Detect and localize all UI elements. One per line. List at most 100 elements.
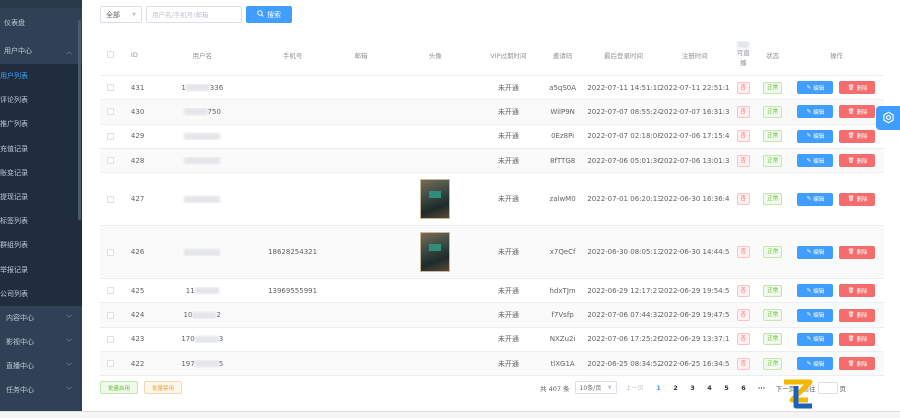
delete-button-label: 删除	[856, 337, 868, 344]
delete-button[interactable]: 🗑 删除	[839, 332, 876, 346]
edit-button[interactable]: ✎ 编辑	[797, 332, 834, 346]
search-icon	[257, 10, 264, 19]
sidebar-item-balance-log[interactable]: 账变记录	[0, 161, 82, 185]
cell-last-login: 2022-07-06 07:44:32	[587, 311, 660, 320]
page-size-select[interactable]: 10条/页 ▼	[574, 381, 617, 394]
sidebar-item-reports[interactable]: 举报记录	[0, 258, 82, 282]
cell-invite-code: 0Ez8Pi	[551, 132, 575, 141]
bulk-disable-button[interactable]: 批量禁用	[144, 381, 183, 394]
filter-select[interactable]: 全部 ▼	[100, 6, 142, 23]
row-checkbox[interactable]	[100, 311, 121, 319]
avatar[interactable]	[420, 232, 451, 273]
status-badge: 正常	[763, 105, 783, 118]
trash-icon: 🗑	[847, 84, 855, 91]
delete-button[interactable]: 🗑 删除	[839, 105, 876, 119]
sidebar-item-live-center[interactable]: 直播中心 ﹀	[0, 354, 82, 378]
sidebar-item-companies[interactable]: 公司列表	[0, 282, 82, 306]
page-4[interactable]: 4	[704, 384, 716, 392]
page-5[interactable]: 5	[721, 384, 733, 392]
sidebar-item-recharges[interactable]: 充值记录	[0, 137, 82, 161]
username-prefix: 11	[185, 286, 195, 295]
chevron-down-icon: ﹀	[65, 315, 72, 323]
cell-id: 425	[130, 286, 145, 295]
sidebar-item-label: 群组列表	[0, 241, 28, 250]
sidebar-item-promotions[interactable]: 推广列表	[0, 112, 82, 136]
edit-button[interactable]: ✎ 编辑	[797, 284, 834, 298]
row-checkbox[interactable]	[100, 84, 121, 92]
table-row: 424 10 2 未开通 f7Vsfp 2022-07-06 07:44:32 2022-0…	[100, 303, 884, 328]
sidebar-item-user-center[interactable]: 用户中心 ︿	[0, 38, 82, 64]
cell-vip: 未开通	[497, 107, 519, 116]
prev-page-button[interactable]: 上一页	[622, 383, 648, 392]
cell-id: 431	[130, 83, 145, 92]
goto-page-input[interactable]	[817, 381, 838, 394]
search-button[interactable]: 搜索	[246, 6, 292, 23]
cell-can-live: 否	[730, 105, 757, 118]
cell-can-live: 否	[730, 333, 757, 346]
edit-button[interactable]: ✎ 编辑	[797, 245, 834, 259]
page-2[interactable]: 2	[670, 384, 682, 392]
search-toolbar: 全部 ▼ 搜索	[100, 6, 292, 23]
sidebar-submenu: 用户列表 评论列表 推广列表 充值记录 账变记录 提现记录 标签列表 群组列表 …	[0, 64, 82, 306]
edit-button[interactable]: ✎ 编辑	[797, 81, 834, 95]
cell-invite-code: tlXG1A	[550, 359, 575, 368]
row-checkbox[interactable]	[100, 360, 121, 368]
edit-button[interactable]: ✎ 编辑	[797, 308, 834, 322]
edit-button[interactable]: ✎ 编辑	[797, 129, 834, 143]
cell-status: 正常	[757, 309, 789, 322]
column-header-can-live-line1: 可直	[736, 49, 750, 57]
trash-icon: 🗑	[847, 336, 855, 343]
row-checkbox[interactable]	[100, 195, 121, 203]
cell-register-time: 2022-07-06 13:01:36	[659, 156, 730, 165]
cell-ops: ✎ 编辑 🗑 删除	[789, 192, 884, 206]
page-1[interactable]: 1	[653, 384, 665, 392]
page-3[interactable]: 3	[687, 384, 699, 392]
edit-button[interactable]: ✎ 编辑	[797, 154, 834, 168]
row-checkbox[interactable]	[100, 157, 121, 165]
delete-button[interactable]: 🗑 删除	[839, 81, 876, 95]
sidebar-item-label: 直播中心	[6, 361, 34, 370]
watermark-logo	[778, 374, 818, 414]
row-checkbox[interactable]	[100, 132, 121, 140]
sidebar-item-tags[interactable]: 标签列表	[0, 209, 82, 233]
delete-button[interactable]: 🗑 删除	[839, 129, 876, 143]
sidebar-item-task-center[interactable]: 任务中心 ﹀	[0, 378, 82, 402]
sidebar-item-user-list[interactable]: 用户列表	[0, 64, 82, 88]
edit-button[interactable]: ✎ 编辑	[797, 105, 834, 119]
row-checkbox[interactable]	[100, 108, 121, 116]
cell-avatar	[391, 179, 478, 220]
sidebar-item-dashboard[interactable]: 仪表盘	[0, 8, 82, 38]
edit-button[interactable]: ✎ 编辑	[797, 357, 834, 371]
cell-phone: 13969555991	[268, 286, 318, 295]
edit-button[interactable]: ✎ 编辑	[797, 192, 834, 206]
sidebar-item-withdrawals[interactable]: 提现记录	[0, 185, 82, 209]
row-checkbox[interactable]	[100, 248, 121, 256]
delete-button[interactable]: 🗑 删除	[839, 357, 876, 371]
edit-icon: ✎	[806, 312, 812, 319]
row-checkbox[interactable]	[100, 287, 121, 295]
delete-button[interactable]: 🗑 删除	[839, 245, 876, 259]
avatar[interactable]	[420, 179, 451, 220]
sidebar-item-video-center[interactable]: 影视中心 ﹀	[0, 330, 82, 354]
sidebar-item-content-center[interactable]: 内容中心 ﹀	[0, 306, 82, 330]
cell-can-live: 否	[730, 357, 757, 370]
filter-select-value: 全部	[106, 10, 120, 19]
bulk-enable-button[interactable]: 批量启用	[100, 381, 139, 394]
bulk-actions: 批量启用 批量禁用	[100, 381, 183, 394]
sidebar-item-groups[interactable]: 群组列表	[0, 233, 82, 257]
page-6[interactable]: 6	[738, 384, 750, 392]
column-header-invite: 邀请码	[552, 51, 573, 60]
row-checkbox[interactable]	[100, 335, 121, 343]
sidebar-scrollbar[interactable]	[78, 20, 81, 220]
sidebar-item-comments[interactable]: 评论列表	[0, 88, 82, 112]
search-input[interactable]	[146, 6, 242, 23]
delete-button[interactable]: 🗑 删除	[839, 308, 876, 322]
delete-button-label: 删除	[856, 313, 868, 320]
delete-button[interactable]: 🗑 删除	[839, 284, 876, 298]
select-all-checkbox[interactable]	[100, 51, 121, 58]
more-pages-button[interactable]: ···	[755, 384, 769, 392]
delete-button[interactable]: 🗑 删除	[839, 192, 876, 206]
settings-float-button[interactable]	[876, 106, 900, 130]
delete-button[interactable]: 🗑 删除	[839, 154, 876, 168]
cell-last-login: 2022-06-30 08:05:13	[587, 248, 660, 257]
